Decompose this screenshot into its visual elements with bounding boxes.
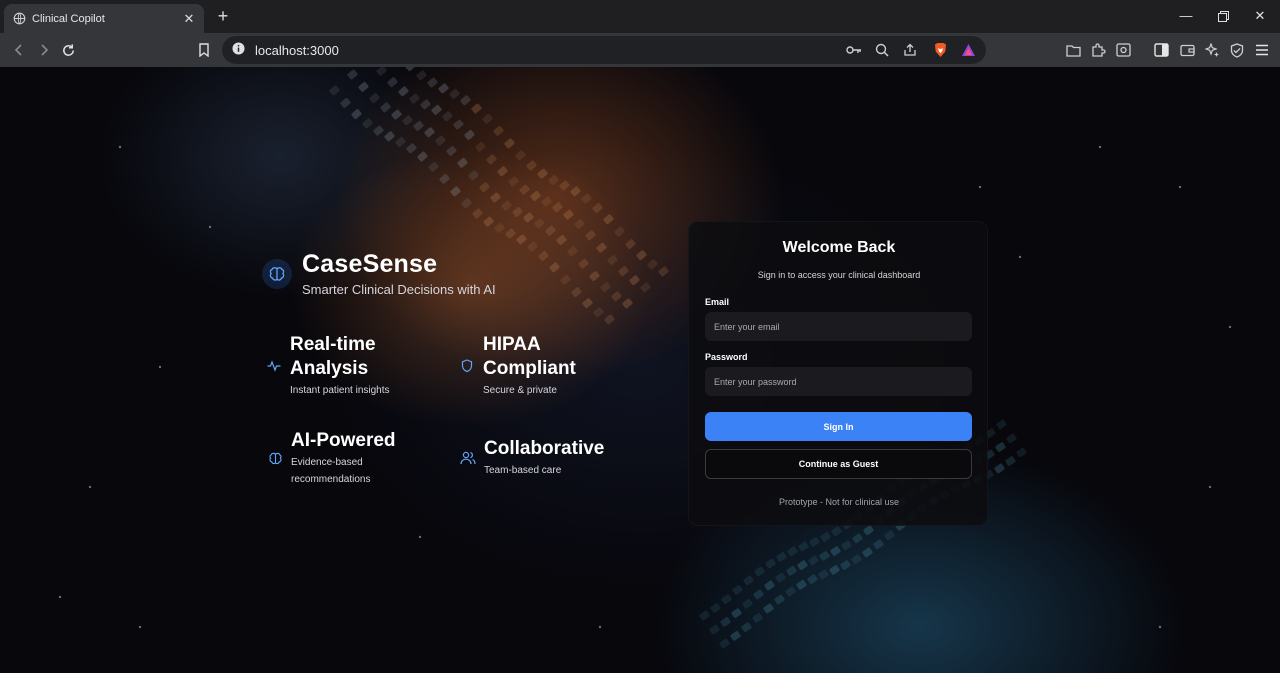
feature-realtime-analysis: Real-time Analysis Instant patient insig… (266, 333, 390, 398)
brand-tagline: Smarter Clinical Decisions with AI (302, 282, 496, 297)
feature-description-line2: recommendations (291, 474, 371, 485)
vpn-icon[interactable] (1226, 39, 1248, 61)
feature-title: Collaborative (484, 438, 605, 459)
sign-in-button[interactable]: Sign In (705, 412, 972, 441)
brave-shield-icon[interactable] (931, 41, 949, 59)
activity-icon (266, 358, 282, 374)
globe-icon (12, 12, 26, 26)
feature-hipaa-compliant: HIPAA Compliant Secure & private (459, 333, 576, 398)
feature-description: Secure & private (483, 385, 557, 396)
email-label: Email (705, 297, 730, 307)
feature-description: Team-based care (484, 465, 562, 476)
zoom-icon[interactable] (873, 41, 891, 59)
site-info-icon[interactable] (232, 42, 245, 58)
feature-collaborative: Collaborative Team-based care (460, 437, 604, 478)
page-viewport: CaseSense Smarter Clinical Decisions wit… (0, 67, 1280, 673)
extensions-icon[interactable] (1087, 39, 1109, 61)
url-text: localhost:3000 (255, 42, 339, 58)
users-icon (460, 450, 476, 466)
brand-header: CaseSense Smarter Clinical Decisions wit… (262, 250, 496, 297)
screenshot-icon[interactable] (1112, 39, 1134, 61)
brave-rewards-icon[interactable] (959, 41, 977, 59)
close-window-button[interactable]: ✕ (1249, 6, 1271, 28)
folder-icon[interactable] (1062, 39, 1084, 61)
sidebar-icon[interactable] (1150, 39, 1172, 61)
address-bar[interactable]: localhost:3000 (222, 36, 986, 64)
feature-title-line2: Compliant (483, 358, 576, 379)
browser-toolbar: localhost:3000 (0, 33, 1280, 67)
browser-tab-bar: Clinical Copilot ✕ + — ✕ (0, 0, 1280, 33)
key-icon[interactable] (845, 41, 863, 59)
login-subtitle: Sign in to access your clinical dashboar… (757, 270, 921, 280)
wallet-icon[interactable] (1176, 39, 1198, 61)
forward-button[interactable] (33, 39, 55, 61)
leo-ai-icon[interactable] (1201, 39, 1223, 61)
continue-as-guest-button[interactable]: Continue as Guest (705, 449, 972, 479)
feature-title-line2: Analysis (290, 358, 369, 379)
feature-description: Evidence-based (291, 457, 363, 468)
feature-title: Real-time (290, 334, 376, 355)
bookmark-icon[interactable] (193, 39, 215, 61)
brand-name: CaseSense (302, 250, 438, 278)
password-field[interactable] (705, 367, 972, 396)
browser-tab[interactable]: Clinical Copilot ✕ (4, 4, 204, 33)
feature-ai-powered: AI-Powered Evidence-based recommendation… (267, 429, 396, 487)
restore-window-button[interactable] (1212, 6, 1234, 28)
login-title: Welcome Back (782, 239, 896, 256)
brain-icon (262, 258, 292, 289)
prototype-disclaimer: Prototype - Not for clinical use (778, 497, 900, 507)
tab-title: Clinical Copilot (32, 12, 105, 25)
password-label: Password (705, 352, 748, 362)
dna-background-image (58, 67, 1232, 649)
login-card: Welcome Back Sign in to access your clin… (688, 221, 988, 526)
feature-title: HIPAA (483, 334, 541, 355)
minimize-window-button[interactable]: — (1175, 6, 1197, 28)
email-field[interactable] (705, 312, 972, 341)
feature-title: AI-Powered (291, 430, 396, 451)
new-tab-button[interactable]: + (212, 6, 234, 28)
back-button[interactable] (8, 39, 30, 61)
feature-description: Instant patient insights (290, 385, 390, 396)
reload-button[interactable] (57, 39, 79, 61)
share-icon[interactable] (901, 41, 919, 59)
close-tab-icon[interactable]: ✕ (182, 11, 196, 26)
menu-icon[interactable] (1251, 39, 1273, 61)
shield-icon (459, 358, 475, 374)
brain-icon (267, 450, 283, 466)
